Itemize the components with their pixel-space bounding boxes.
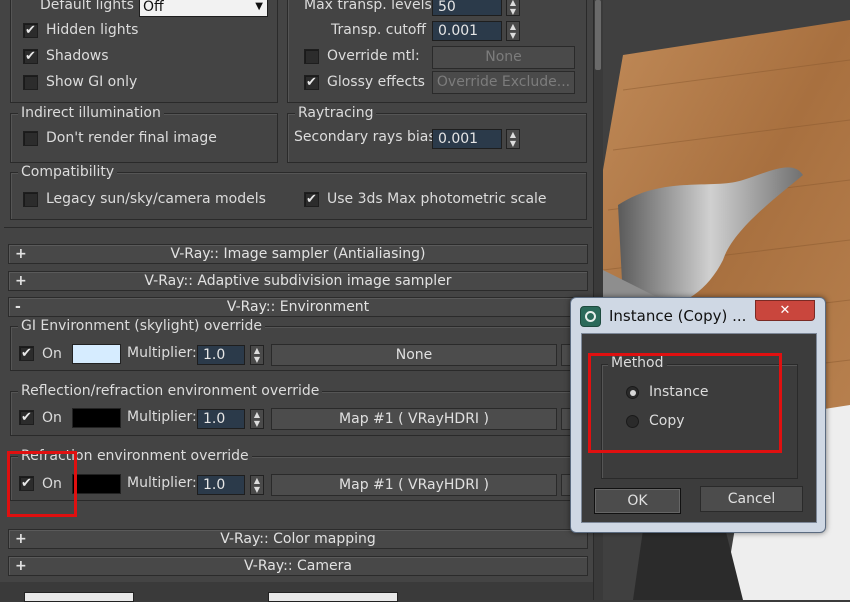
gi-env-multiplier-field[interactable]: 1.0 [197,345,245,365]
view-dropdown[interactable] [268,592,398,602]
rollout-color-mapping-label: V-Ray:: Color mapping [220,531,376,547]
close-icon: ✕ [779,303,791,318]
hidden-lights-checkbox[interactable]: ✔ [23,23,38,38]
instance-copy-dialog: Instance (Copy) ... ✕ Method Instance Co… [570,297,826,533]
indirect-illumination-title: Indirect illumination [18,105,164,121]
rollout-adaptive-subdivision[interactable]: + V-Ray:: Adaptive subdivision image sam… [8,271,588,291]
reflection-environment-title: Reflection/refraction environment overri… [18,383,323,399]
cancel-button[interactable]: Cancel [700,486,803,512]
reflection-env-multiplier-spinner[interactable]: ▲ ▼ [250,409,264,429]
rollout-environment-label: V-Ray:: Environment [226,299,370,315]
gi-env-on-checkbox[interactable]: ✔ [19,346,34,361]
secondary-rays-bias-field[interactable]: 0.001 [432,129,502,149]
gi-env-multiplier-spinner[interactable]: ▲ ▼ [250,345,264,365]
max-transp-levels-label: Max transp. levels [304,0,432,13]
gi-env-color-swatch[interactable] [72,344,121,364]
photometric-scale-checkbox[interactable]: ✔ [304,192,319,207]
glossy-effects-label: Glossy effects [327,74,425,90]
max-transp-levels-field[interactable]: 50 [432,0,502,16]
override-mtl-button[interactable]: None [432,46,575,69]
override-mtl-checkbox[interactable] [304,49,319,64]
photometric-scale-label: Use 3ds Max photometric scale [327,191,547,207]
rollout-environment[interactable]: - V-Ray:: Environment [8,297,588,317]
ok-button[interactable]: OK [594,488,681,514]
dont-render-final-image-checkbox[interactable] [23,131,38,146]
gi-environment-title: GI Environment (skylight) override [18,318,265,334]
legacy-models-checkbox[interactable] [23,192,38,207]
show-gi-only-checkbox[interactable] [23,75,38,90]
reflection-env-multiplier-label: Multiplier: [127,409,197,425]
close-button[interactable]: ✕ [755,300,815,321]
refraction-env-multiplier-label: Multiplier: [127,475,197,491]
gi-env-on-label: On [42,346,62,362]
gi-env-map-button[interactable]: None [271,344,557,366]
secondary-rays-bias-label: Secondary rays bias [294,129,436,145]
gi-env-multiplier-label: Multiplier: [127,345,197,361]
rollout-camera[interactable]: + V-Ray:: Camera [8,556,588,576]
override-mtl-label: Override mtl: [327,48,420,64]
refraction-env-multiplier-spinner[interactable]: ▲ ▼ [250,475,264,495]
refraction-env-color-swatch[interactable] [72,474,121,494]
reflection-env-color-swatch[interactable] [72,408,121,428]
divider [4,227,592,228]
shadows-label: Shadows [46,48,109,64]
expand-icon: + [15,531,27,547]
rollout-image-sampler[interactable]: + V-Ray:: Image sampler (Antialiasing) [8,244,588,264]
highlight-box [7,451,77,517]
dialog-title: Instance (Copy) ... [609,307,747,325]
transp-cutoff-spinner[interactable]: ▲ ▼ [506,21,520,41]
default-lights-dropdown[interactable]: Off ▼ [139,0,268,17]
refraction-env-map-button[interactable]: Map #1 ( VRayHDRI ) [271,474,557,496]
reflection-env-on-checkbox[interactable]: ✔ [19,410,34,425]
highlight-box [588,353,782,453]
render-setup-panel: Default lights Off ▼ ✔ Hidden lights ✔ S… [0,0,603,602]
shadows-checkbox[interactable]: ✔ [23,49,38,64]
rollout-image-sampler-label: V-Ray:: Image sampler (Antialiasing) [170,246,426,262]
collapse-icon: - [15,299,21,315]
dialog-body: Method Instance Copy OK Cancel [581,333,817,523]
expand-icon: + [15,558,27,574]
override-exclude-button[interactable]: Override Exclude... [432,71,575,94]
secondary-rays-bias-spinner[interactable]: ▲ ▼ [506,129,520,149]
show-gi-only-label: Show GI only [46,74,138,90]
app-icon [580,306,601,327]
legacy-models-label: Legacy sun/sky/camera models [46,191,266,207]
dont-render-final-image-label: Don't render final image [46,130,217,146]
glossy-effects-checkbox[interactable]: ✔ [304,75,319,90]
transp-cutoff-field[interactable]: 0.001 [432,21,502,41]
hidden-lights-label: Hidden lights [46,22,139,38]
chevron-down-icon: ▼ [255,1,263,12]
rollout-color-mapping[interactable]: + V-Ray:: Color mapping [8,529,588,549]
max-transp-levels-spinner[interactable]: ▲ ▼ [506,0,520,16]
rollout-adaptive-label: V-Ray:: Adaptive subdivision image sampl… [144,273,452,289]
reflection-env-on-label: On [42,410,62,426]
preset-dropdown[interactable] [24,592,134,602]
expand-icon: + [15,246,27,262]
default-lights-label: Default lights [40,0,134,13]
reflection-env-multiplier-field[interactable]: 1.0 [197,409,245,429]
rollout-camera-label: V-Ray:: Camera [244,558,352,574]
transp-cutoff-label: Transp. cutoff [331,22,427,38]
panel-scrollbar-thumb[interactable] [595,0,601,70]
refraction-env-multiplier-field[interactable]: 1.0 [197,475,245,495]
reflection-env-map-button[interactable]: Map #1 ( VRayHDRI ) [271,408,557,430]
default-lights-value: Off [143,0,164,15]
expand-icon: + [15,273,27,289]
compatibility-title: Compatibility [18,164,118,180]
raytracing-title: Raytracing [295,105,377,121]
